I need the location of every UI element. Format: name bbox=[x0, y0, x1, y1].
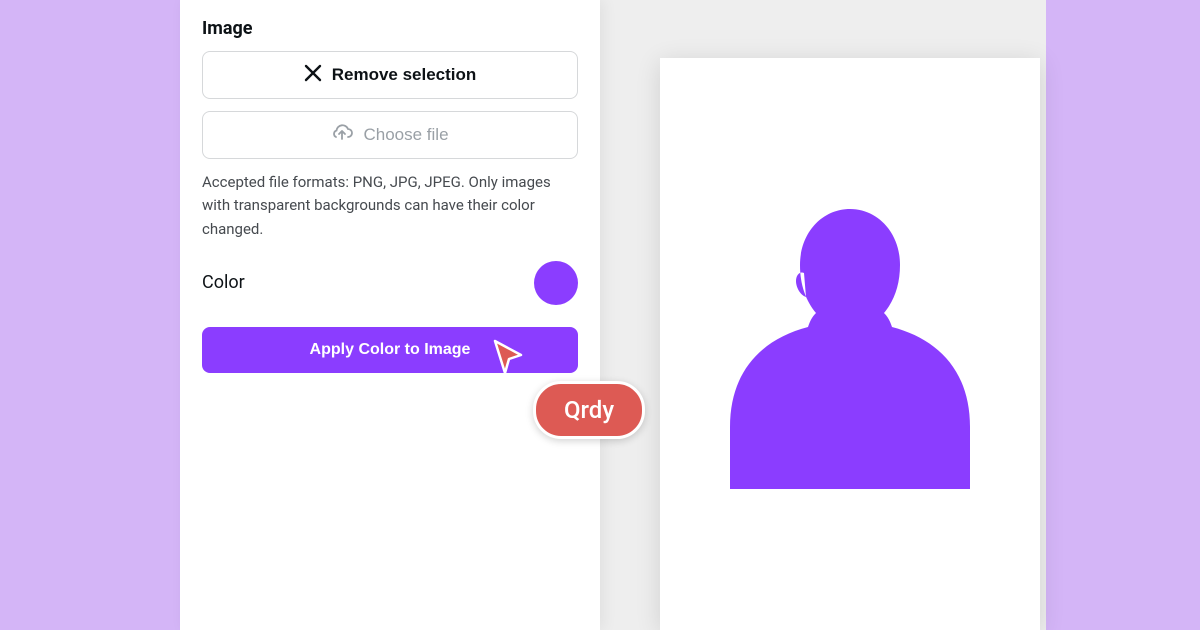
file-format-help-text: Accepted file formats: PNG, JPG, JPEG. O… bbox=[202, 171, 578, 241]
apply-color-label: Apply Color to Image bbox=[310, 341, 471, 359]
silhouette-image[interactable] bbox=[720, 199, 980, 489]
apply-color-button[interactable]: Apply Color to Image bbox=[202, 327, 578, 373]
remove-selection-button[interactable]: Remove selection bbox=[202, 51, 578, 99]
section-title-image: Image bbox=[202, 18, 578, 39]
color-row: Color bbox=[202, 261, 578, 305]
remove-selection-label: Remove selection bbox=[332, 65, 477, 85]
close-icon bbox=[304, 64, 322, 87]
color-label: Color bbox=[202, 272, 245, 293]
cloud-upload-icon bbox=[331, 123, 353, 148]
app-frame: Image Remove selection Choose file Accep… bbox=[180, 0, 1046, 630]
canvas-area bbox=[600, 0, 1046, 630]
sidebar-panel: Image Remove selection Choose file Accep… bbox=[180, 0, 600, 630]
choose-file-label: Choose file bbox=[363, 125, 448, 145]
canvas-page[interactable] bbox=[660, 58, 1040, 630]
color-swatch[interactable] bbox=[534, 261, 578, 305]
choose-file-button[interactable]: Choose file bbox=[202, 111, 578, 159]
